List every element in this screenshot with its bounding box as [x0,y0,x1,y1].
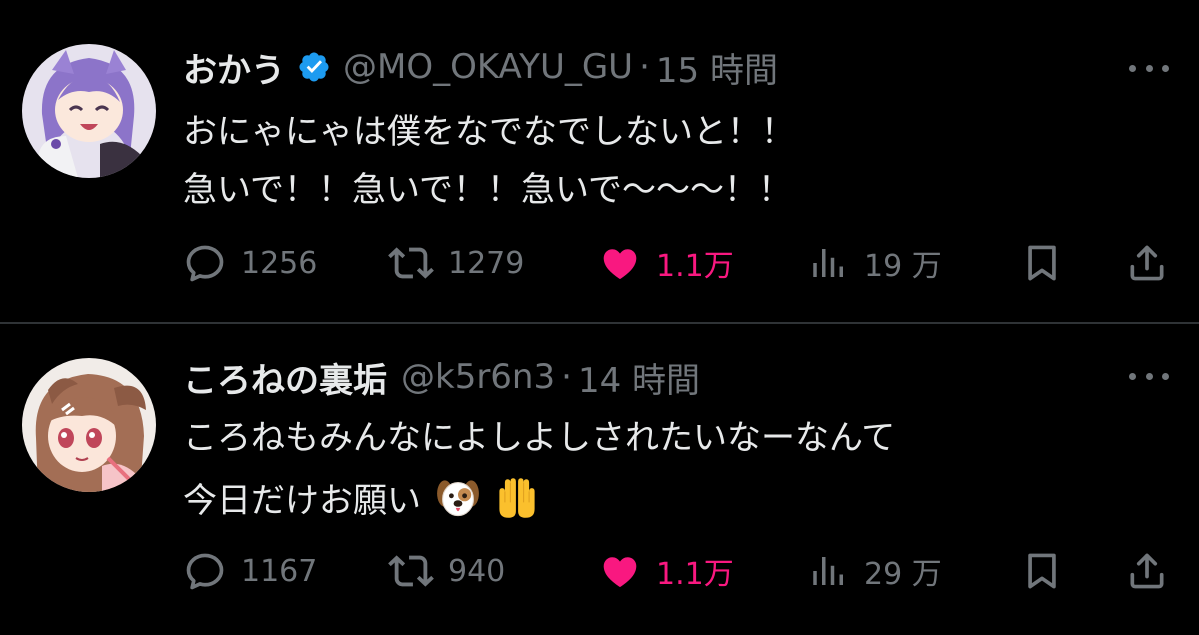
views-button[interactable]: 29 万 [808,546,942,596]
tweet-text-segment: 今日だけお願い [183,481,421,521]
speech-bubble-icon [186,245,224,282]
speech-bubble-icon [186,553,224,590]
dog-face-emoji [436,476,480,529]
reply-count: 1256 [241,245,318,281]
reply-button[interactable]: 1256 [183,238,317,288]
retweet-button[interactable]: 940 [388,546,505,596]
share-upload-icon [1130,553,1164,589]
bookmark-icon [1028,245,1056,281]
tweet-header: ころねの裏垢 @k5r6n3 · 14 時間 [183,352,700,402]
share-upload-icon [1130,245,1164,281]
more-dots-icon[interactable] [1129,62,1169,74]
bookmark-button[interactable] [1020,238,1064,288]
user-handle[interactable]: @k5r6n3 [401,357,555,397]
tweet[interactable]: おかう @MO_OKAYU_GU · 15 時間 おにゃにゃは僕をなでなでしない… [0,0,1199,322]
retweet-count: 940 [448,553,506,589]
like-button[interactable]: 1.1万 [598,238,734,288]
like-button[interactable]: 1.1万 [598,546,734,596]
tweet-actions: 1167 940 1.1万 29 万 [183,546,1173,596]
display-name[interactable]: おかう [183,43,285,92]
tweet-header: おかう @MO_OKAYU_GU · 15 時間 [183,42,778,92]
share-button[interactable] [1125,546,1169,596]
heart-icon [603,249,637,279]
like-count: 1.1万 [656,557,734,592]
user-handle[interactable]: @MO_OKAYU_GU [343,47,633,87]
share-button[interactable] [1125,238,1169,288]
views-count: 29 万 [864,557,942,592]
views-button[interactable]: 19 万 [808,238,942,288]
bar-chart-icon [813,249,843,277]
views-count: 19 万 [864,249,942,284]
avatar[interactable] [22,358,156,492]
reply-button[interactable]: 1167 [183,546,317,596]
tweet[interactable]: ころねの裏垢 @k5r6n3 · 14 時間 ころねもみんなによしよしされたいな… [0,324,1199,635]
bookmark-button[interactable] [1020,546,1064,596]
tweet-text-line: おにゃにゃは僕をなでなでしないと！！ [183,112,795,152]
tweet-actions: 1256 1279 1.1万 19 万 [183,238,1173,288]
separator-dot: · [561,357,572,397]
separator-dot: · [639,47,650,87]
tweet-text-line-with-emoji: 今日だけお願い [183,476,539,529]
display-name[interactable]: ころねの裏垢 [183,353,387,402]
bookmark-icon [1028,553,1056,589]
verified-badge-icon [297,50,331,84]
retweet-count: 1279 [448,245,525,281]
reply-count: 1167 [241,553,318,589]
raising-hands-emoji [495,476,539,529]
heart-icon [603,557,637,587]
tweet-text-line: ころねもみんなによしよしされたいなーなんて [183,418,896,458]
retweet-arrows-icon [388,247,434,279]
retweet-button[interactable]: 1279 [388,238,524,288]
more-dots-icon[interactable] [1129,370,1169,382]
avatar[interactable] [22,44,156,178]
retweet-arrows-icon [388,555,434,587]
bar-chart-icon [813,557,843,585]
timestamp[interactable]: 14 時間 [578,353,700,402]
tweet-text-line: 急いで！！急いで！！急いで〜〜〜！！ [183,170,792,210]
timestamp[interactable]: 15 時間 [656,43,778,92]
like-count: 1.1万 [656,249,734,284]
